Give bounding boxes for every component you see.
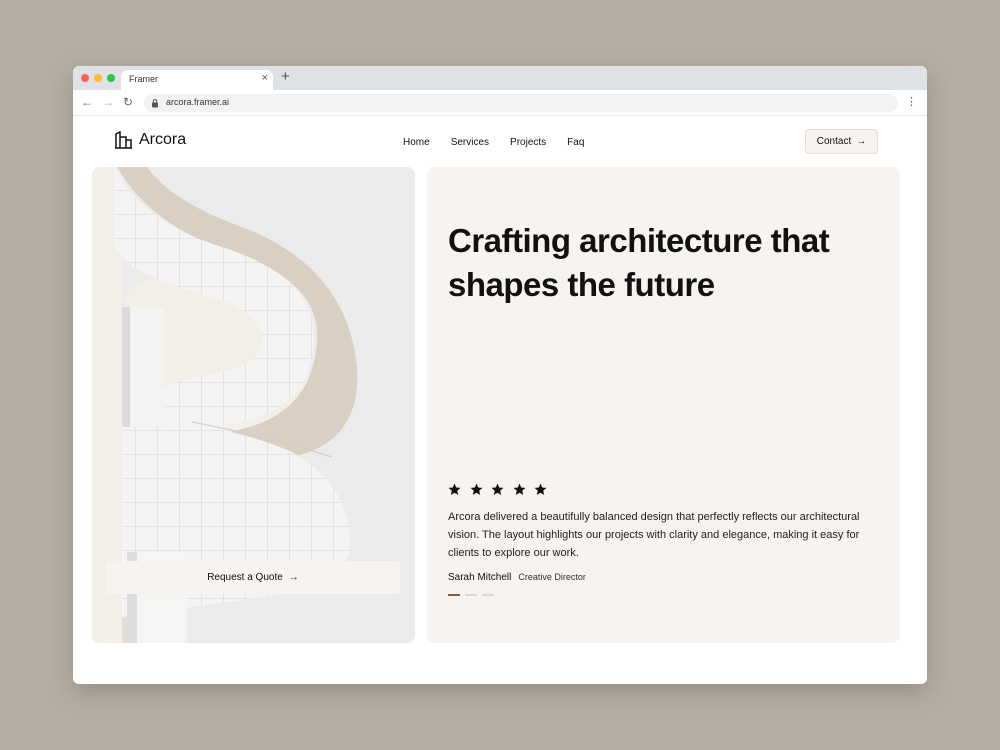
pager-dot-3[interactable] (482, 594, 494, 596)
nav-projects[interactable]: Projects (510, 137, 546, 148)
address-bar[interactable]: arcora.framer.ai (144, 94, 898, 112)
hero-headline: Crafting architecture that shapes the fu… (448, 219, 868, 307)
main-nav: Home Services Projects Faq (403, 137, 605, 148)
browser-toolbar: ← → ↻ arcora.framer.ai ⋮ (73, 90, 927, 116)
star-icon (491, 483, 504, 495)
hero-panel: Crafting architecture that shapes the fu… (427, 167, 900, 643)
rating-stars (448, 483, 556, 496)
author-name: Sarah Mitchell (448, 572, 512, 583)
star-icon (513, 483, 525, 495)
testimonial-pager (448, 594, 499, 596)
url-text: arcora.framer.ai (166, 97, 230, 107)
arrow-right-icon: → (288, 572, 299, 583)
new-tab-icon[interactable]: + (281, 68, 290, 85)
headline-line-2: shapes the future (448, 266, 715, 303)
browser-window: Framer × + ← → ↻ arcora.framer.ai ⋮ Arco… (73, 66, 927, 684)
star-icon (534, 483, 547, 495)
nav-services[interactable]: Services (451, 137, 489, 148)
arrow-right-icon: → (856, 136, 867, 147)
hero-architecture-image: Request a Quote → (92, 167, 415, 643)
tab-title: Framer (129, 74, 158, 84)
maximize-window-button[interactable] (107, 74, 115, 82)
author-role: Creative Director (518, 572, 586, 582)
nav-home[interactable]: Home (403, 137, 430, 148)
tab-bar: Framer × + (73, 66, 927, 90)
request-quote-label: Request a Quote (207, 572, 283, 583)
nav-faq[interactable]: Faq (567, 137, 584, 148)
star-icon (448, 483, 461, 495)
testimonial-text: Arcora delivered a beautifully balanced … (448, 511, 860, 559)
pager-dot-1[interactable] (448, 594, 460, 596)
star-icon (470, 483, 482, 495)
reload-icon[interactable]: ↻ (123, 95, 133, 109)
request-quote-button[interactable]: Request a Quote → (106, 561, 400, 594)
back-icon[interactable]: ← (81, 95, 93, 109)
building-icon (115, 131, 132, 149)
minimize-window-button[interactable] (94, 74, 102, 82)
brand-logo[interactable]: Arcora (114, 131, 186, 149)
pager-dot-2[interactable] (465, 594, 477, 596)
contact-label: Contact (816, 136, 852, 147)
forward-icon[interactable]: → (102, 95, 114, 109)
testimonial-author: Sarah Mitchell Creative Director (448, 572, 586, 583)
contact-button[interactable]: Contact → (805, 129, 878, 154)
brand-name: Arcora (139, 131, 187, 148)
website: Arcora Home Services Projects Faq Contac… (73, 117, 927, 684)
browser-menu-icon[interactable]: ⋮ (906, 95, 917, 108)
browser-tab[interactable]: Framer × (121, 70, 273, 90)
close-window-button[interactable] (81, 74, 89, 82)
tab-close-icon[interactable]: × (262, 72, 268, 84)
headline-line-1: Crafting architecture that (448, 222, 830, 259)
lock-icon (152, 99, 158, 108)
